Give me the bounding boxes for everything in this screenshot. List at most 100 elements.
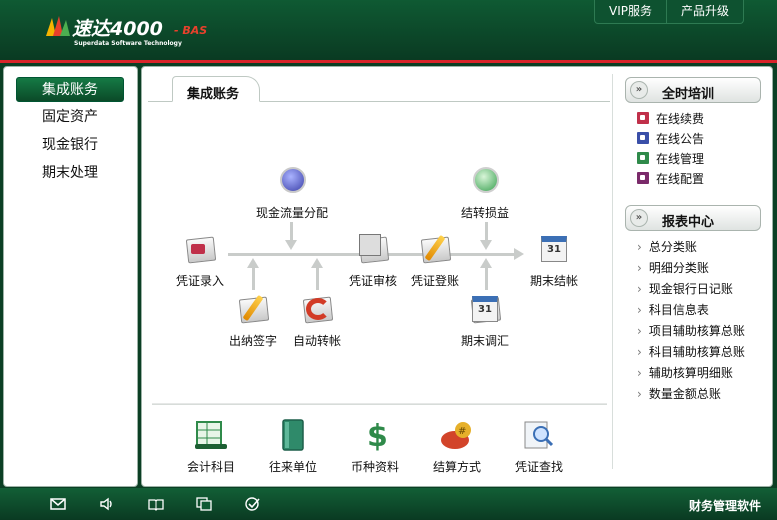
chevron-right-icon: › [637,303,642,317]
header: 速达4000 - BAS Superdata Software Technolo… [0,0,777,60]
book-icon [637,152,649,164]
top-links: VIP服务 产品升级 [593,0,744,24]
carry-forward-node[interactable]: 结转损益 [454,164,516,221]
window-icon[interactable] [196,497,212,511]
flow-arrow-down [480,240,492,250]
book-icon[interactable] [148,497,164,511]
period-close-icon: 31 [537,232,571,266]
settlement-label: 结算方式 [432,460,481,474]
currency-tool[interactable]: $ 币种资料 [340,418,410,475]
training-item-label: 在线管理 [656,151,705,166]
training-item-label: 在线公告 [656,131,705,146]
contacts-tool[interactable]: 往来单位 [258,418,328,475]
carry-forward-label: 结转损益 [460,206,509,220]
book-icon [637,132,649,144]
chevron-right-icon: › [637,345,642,359]
report-item-label: 总分类账 [648,240,697,254]
check-icon[interactable] [245,497,261,511]
auto-transfer-label: 自动转帐 [292,334,341,348]
panel-divider [612,74,613,469]
voucher-entry-node[interactable]: 凭证录入 [168,232,232,289]
training-item-notice[interactable]: 在线公告 [637,129,704,147]
period-close-node[interactable]: 31 期末结帐 [523,232,585,289]
voucher-post-node[interactable]: 凭证登账 [404,232,466,289]
report-item-qty-amount[interactable]: › 数量金额总账 [637,385,721,403]
cashier-sign-label: 出纳签字 [228,334,277,348]
ledger-book-icon [273,418,313,452]
report-item-subject-aux[interactable]: › 科目辅助核算总账 [637,343,745,361]
speaker-icon[interactable] [99,497,115,511]
chevron-right-icon: › [637,387,642,401]
report-item-project-aux[interactable]: › 项目辅助核算总账 [637,322,745,340]
flow-arrow-up [247,258,259,268]
report-item-general-ledger[interactable]: › 总分类账 [637,238,697,256]
report-item-detail-ledger[interactable]: › 明细分类账 [637,259,709,277]
chevron-right-icon: › [637,366,642,380]
contacts-label: 往来单位 [268,460,317,474]
svg-text:$: $ [367,419,388,452]
report-item-label: 辅助核算明细账 [648,366,733,380]
training-item-manage[interactable]: 在线管理 [637,149,704,167]
training-header[interactable]: » 全时培训 [625,77,761,103]
report-item-label: 现金银行日记账 [648,282,733,296]
flow-arrow-down [285,240,297,250]
voucher-review-icon [356,232,390,266]
training-item-config[interactable]: 在线配置 [637,169,704,187]
logo-icon [46,16,70,36]
voucher-review-label: 凭证审核 [348,274,397,288]
training-title: 全时培训 [662,87,715,102]
report-item-label: 项目辅助核算总账 [648,324,745,338]
header-divider [0,60,777,63]
carry-forward-icon [468,164,502,198]
product-upgrade-link[interactable]: 产品升级 [665,0,743,23]
cash-flow-icon [275,164,309,198]
period-adjust-node[interactable]: 31 期末调汇 [454,292,516,349]
voucher-review-node[interactable]: 凭证审核 [342,232,404,289]
chevron-double-right-icon: » [630,209,648,227]
report-item-label: 数量金额总账 [648,387,721,401]
report-item-aux-detail[interactable]: › 辅助核算明细账 [637,364,733,382]
book-icon [637,172,649,184]
voucher-entry-icon [183,232,217,266]
logo-subtitle: Superdata Software Technology [74,40,182,47]
sidebar-item-integrated-accounting[interactable]: 集成账务 [16,77,124,102]
chevron-right-icon: › [637,240,642,254]
footer-product-name: 财务管理软件 [688,499,761,513]
flow-line-cashier [252,268,255,290]
period-adjust-icon: 31 [468,292,502,326]
reports-header[interactable]: » 报表中心 [625,205,761,231]
settlement-tool[interactable]: # 结算方式 [422,418,492,475]
auto-transfer-icon [300,292,334,326]
auto-transfer-node[interactable]: 自动转帐 [286,292,348,349]
report-item-label: 科目辅助核算总账 [648,345,745,359]
cashier-sign-node[interactable]: 出纳签字 [222,292,284,349]
voucher-search-tool[interactable]: 凭证查找 [504,418,574,475]
voucher-post-icon [418,232,452,266]
sidebar-item-fixed-assets[interactable]: 固定资产 [16,105,124,130]
mail-icon[interactable] [50,497,66,511]
sidebar-item-cash-bank[interactable]: 现金银行 [16,133,124,158]
flow-line-carry [485,222,488,240]
vip-service-link[interactable]: VIP服务 [595,0,666,23]
flow-arrow-up [480,258,492,268]
report-item-label: 明细分类账 [648,261,709,275]
flow-bottom-divider [152,403,607,405]
report-item-cash-journal[interactable]: › 现金银行日记账 [637,280,733,298]
chevron-right-icon: › [637,282,642,296]
cash-flow-node[interactable]: 现金流量分配 [250,164,334,221]
svg-text:#: # [458,426,466,437]
spreadsheet-icon [191,418,231,452]
training-item-renew[interactable]: 在线续费 [637,109,704,127]
cash-flow-label: 现金流量分配 [255,206,328,220]
period-close-label: 期末结帐 [529,274,578,288]
chevron-right-icon: › [637,261,642,275]
coins-icon: # [437,418,477,452]
tab-integrated-accounting[interactable]: 集成账务 [172,76,260,102]
report-item-subject-info[interactable]: › 科目信息表 [637,301,709,319]
dollar-icon: $ [355,418,395,454]
training-item-label: 在线续费 [656,111,705,126]
accounting-subjects-tool[interactable]: 会计科目 [176,418,246,475]
accounting-subjects-label: 会计科目 [186,460,235,474]
sidebar-item-period-end[interactable]: 期末处理 [16,161,124,186]
flow-arrow-up [311,258,323,268]
